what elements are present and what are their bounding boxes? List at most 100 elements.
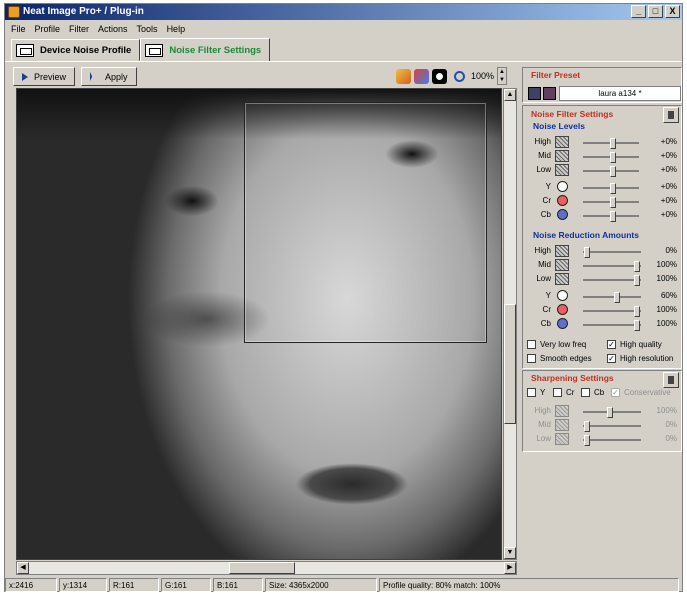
vertical-scroll-thumb[interactable] — [504, 304, 516, 424]
checkbox-box[interactable] — [553, 388, 562, 397]
checkbox-label: Cb — [594, 388, 605, 397]
auto-fit-icon[interactable] — [396, 68, 411, 84]
checkbox-label: Smooth edges — [540, 354, 592, 363]
slider-track[interactable] — [583, 152, 639, 163]
slider-knob[interactable] — [610, 152, 616, 163]
slider-knob[interactable] — [614, 292, 620, 303]
preset-select[interactable]: laura a134 * — [559, 86, 681, 101]
slider-track[interactable] — [583, 197, 639, 208]
load-preset-icon[interactable] — [528, 87, 541, 100]
slider-knob[interactable] — [610, 197, 616, 208]
save-preset-icon[interactable] — [543, 87, 556, 100]
menu-actions[interactable]: Actions — [98, 21, 128, 37]
preview-area-box[interactable] — [244, 102, 487, 343]
menu-filter[interactable]: Filter — [69, 21, 89, 37]
apply-icon — [90, 72, 99, 81]
slider-label: Mid — [538, 420, 551, 429]
tab-device-noise-profile[interactable]: Device Noise Profile — [11, 39, 141, 61]
trash-icon[interactable] — [663, 107, 679, 123]
slider-knob[interactable] — [584, 421, 590, 432]
menu-tools[interactable]: Tools — [137, 21, 158, 37]
checkbox-label: Conservative — [624, 388, 671, 397]
slider-track[interactable] — [583, 261, 641, 272]
high-resolution-checkbox[interactable]: ✓ High resolution — [607, 354, 673, 363]
slider-label: Cb — [540, 319, 551, 328]
slider-value: 100% — [656, 319, 677, 328]
checkbox-box[interactable] — [527, 388, 536, 397]
menu-help[interactable]: Help — [167, 21, 186, 37]
image-viewer[interactable] — [16, 88, 502, 560]
slider-track[interactable] — [583, 407, 641, 418]
preview-button[interactable]: Preview — [13, 67, 76, 86]
slider-track[interactable] — [583, 166, 639, 177]
minimize-button[interactable]: _ — [631, 5, 646, 18]
play-icon — [22, 72, 28, 81]
slider-row-mid: Mid +0% — [527, 149, 677, 163]
checkbox-box[interactable] — [581, 388, 590, 397]
color-mode-icon[interactable] — [414, 68, 429, 84]
trash-icon[interactable] — [663, 372, 679, 388]
sharpen-cr-checkbox[interactable]: Cr — [553, 388, 574, 397]
slider-track[interactable] — [583, 247, 641, 258]
slider-knob[interactable] — [584, 247, 590, 258]
menu-file[interactable]: File — [11, 21, 26, 37]
vertical-scrollbar[interactable]: ▲ ▼ — [503, 88, 517, 560]
slider-knob[interactable] — [610, 138, 616, 149]
scroll-right-arrow[interactable]: ▶ — [504, 562, 516, 574]
slider-track[interactable] — [583, 211, 639, 222]
slider-track[interactable] — [583, 138, 639, 149]
preview-label: Preview — [34, 71, 67, 82]
close-button[interactable]: X — [665, 5, 680, 18]
slider-knob[interactable] — [634, 320, 640, 331]
slider-knob[interactable] — [584, 435, 590, 446]
slider-knob[interactable] — [610, 183, 616, 194]
checkbox-box[interactable]: ✓ — [611, 388, 620, 397]
channel-circle-icon — [557, 181, 568, 192]
slider-track[interactable] — [583, 306, 641, 317]
smooth-edges-checkbox[interactable]: Smooth edges — [527, 354, 592, 363]
slider-track[interactable] — [583, 292, 641, 303]
slider-value: +0% — [660, 165, 677, 174]
apply-button[interactable]: Apply — [81, 67, 137, 86]
slider-track[interactable] — [583, 183, 639, 194]
frequency-pattern-icon — [555, 405, 569, 417]
slider-label: Mid — [538, 260, 551, 269]
slider-knob[interactable] — [610, 211, 616, 222]
contrast-icon[interactable] — [432, 68, 447, 84]
slider-knob[interactable] — [634, 261, 640, 272]
scroll-up-arrow[interactable]: ▲ — [504, 89, 516, 101]
frequency-pattern-icon — [555, 245, 569, 257]
horizontal-scrollbar[interactable]: ◀ ▶ — [16, 561, 517, 575]
menu-bar: File Profile Filter Actions Tools Help — [5, 21, 185, 37]
horizontal-scroll-thumb[interactable] — [229, 562, 295, 574]
slider-track[interactable] — [583, 320, 641, 331]
slider-knob[interactable] — [634, 275, 640, 286]
channel-circle-icon — [557, 318, 568, 329]
tab-noise-filter-settings[interactable]: Noise Filter Settings — [140, 38, 271, 62]
slider-track[interactable] — [583, 275, 641, 286]
checkbox-box[interactable]: ✓ — [607, 354, 616, 363]
high-quality-checkbox[interactable]: ✓ High quality — [607, 340, 662, 349]
zoom-spinner[interactable]: ▲ ▼ — [497, 67, 508, 85]
checkbox-box[interactable] — [527, 354, 536, 363]
very-low-freq-checkbox[interactable]: Very low freq — [527, 340, 586, 349]
slider-row-y: Y +0% — [527, 180, 677, 194]
checkbox-box[interactable]: ✓ — [607, 340, 616, 349]
slider-knob[interactable] — [634, 306, 640, 317]
sharpen-cb-checkbox[interactable]: Cb — [581, 388, 604, 397]
scroll-left-arrow[interactable]: ◀ — [17, 562, 29, 574]
filter-preset-title: Filter Preset — [531, 70, 581, 80]
slider-track[interactable] — [583, 421, 641, 432]
conservative-checkbox[interactable]: ✓ Conservative — [611, 388, 671, 397]
menu-profile[interactable]: Profile — [35, 21, 61, 37]
sharpen-y-checkbox[interactable]: Y — [527, 388, 545, 397]
slider-track[interactable] — [583, 435, 641, 446]
checkbox-box[interactable] — [527, 340, 536, 349]
slider-knob[interactable] — [607, 407, 613, 418]
maximize-button[interactable]: □ — [648, 5, 663, 18]
status-x: x:2416 — [5, 578, 57, 592]
slider-knob[interactable] — [610, 166, 616, 177]
scroll-down-arrow[interactable]: ▼ — [504, 547, 516, 559]
slider-label: Low — [536, 165, 551, 174]
zoom-icon[interactable] — [454, 70, 465, 82]
